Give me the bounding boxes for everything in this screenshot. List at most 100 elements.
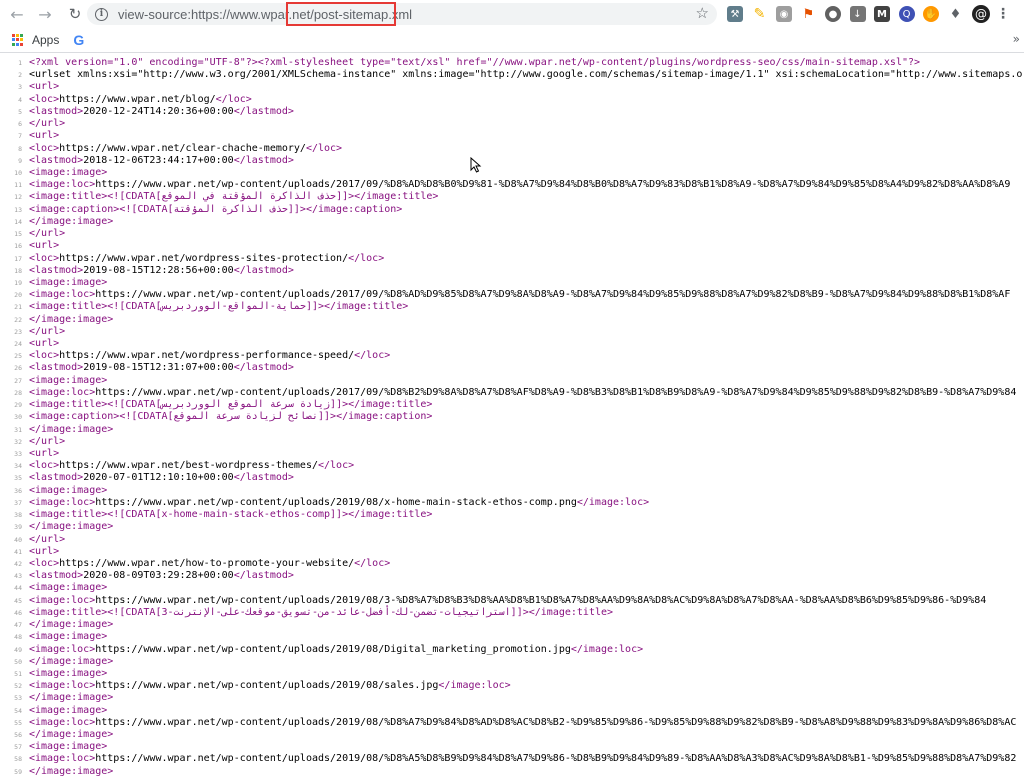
source-code-text: <image:title><![CDATA[حذف الذاكرة المؤقت… — [29, 191, 439, 203]
source-code-text: <image:title><![CDATA[حماية-المواقع-الوو… — [29, 301, 409, 313]
line-number: 10 — [14, 168, 22, 177]
chat-icon[interactable]: ● — [825, 6, 841, 22]
source-code-text: <image:title><![CDATA[زيادة سرعة الموقع … — [29, 399, 433, 411]
source-line: 37 <image:loc>https://www.wpar.net/wp-co… — [0, 497, 1024, 509]
source-code-text: <image:loc>https://www.wpar.net/wp-conte… — [29, 179, 1011, 191]
source-line: 44 <image:image> — [0, 582, 1024, 594]
line-number: 21 — [14, 303, 22, 312]
line-number: 44 — [14, 584, 22, 593]
source-line: 53 </image:image> — [0, 692, 1024, 704]
line-number: 3 — [18, 83, 22, 92]
source-line: 9 <lastmod>2018-12-06T23:44:17+00:00</la… — [0, 155, 1024, 167]
hand-icon[interactable]: ✋ — [923, 6, 939, 22]
source-line: 29 <image:title><![CDATA[زيادة سرعة المو… — [0, 399, 1024, 411]
camera-icon[interactable]: ◉ — [776, 6, 792, 22]
source-code-text: <image:title><![CDATA[x-home-main-stack-… — [29, 509, 433, 521]
info-icon[interactable]: i — [95, 7, 108, 21]
line-number: 29 — [14, 401, 22, 410]
source-line: 17 <loc>https://www.wpar.net/wordpress-s… — [0, 253, 1024, 265]
source-line: 7 <url> — [0, 130, 1024, 142]
source-code-text: <lastmod>2020-07-01T12:10:10+00:00</last… — [29, 472, 294, 484]
line-number: 26 — [14, 364, 22, 373]
source-code-text: <image:image> — [29, 374, 108, 386]
pencil-icon[interactable]: ✎ — [752, 6, 768, 22]
source-line: 4 <loc>https://www.wpar.net/blog/</loc> — [0, 94, 1024, 106]
source-code-text: <loc>https://www.wpar.net/wordpress-perf… — [29, 350, 391, 362]
line-number: 11 — [14, 181, 22, 190]
source-line: 43 <lastmod>2020-08-09T03:29:28+00:00</l… — [0, 570, 1024, 582]
line-number: 53 — [14, 694, 22, 703]
q-extension-icon[interactable]: Q — [898, 6, 915, 22]
source-code-text: </url> — [29, 228, 66, 240]
line-number: 1 — [18, 59, 22, 67]
extension-tool-icon[interactable]: ⚒ — [727, 6, 743, 22]
extensions-bar: ⚒ ✎ ◉ ⚑ ● ↓ M Q ✋ ♦ @ ⋮ — [727, 3, 1010, 25]
source-line: 32 </url> — [0, 436, 1024, 448]
apps-grid-icon[interactable] — [12, 34, 24, 46]
source-line: 47 </image:image> — [0, 619, 1024, 631]
line-number: 22 — [14, 315, 22, 324]
flag-icon[interactable]: ⚑ — [801, 6, 817, 22]
download-icon[interactable]: ↓ — [849, 6, 866, 22]
source-line: 31 </image:image> — [0, 424, 1024, 436]
puzzle-icon[interactable]: ♦ — [948, 6, 964, 22]
address-bar[interactable]: i view-source:https://www.wpar.net/post-… — [87, 3, 717, 25]
line-number: 33 — [14, 450, 22, 458]
source-line: 23 </url> — [0, 326, 1024, 338]
source-code-text: <image:image> — [29, 631, 108, 643]
source-line: 8 <loc>https://www.wpar.net/clear-chache… — [0, 143, 1024, 155]
bookmarks-more-icon[interactable]: » — [1013, 32, 1020, 46]
source-line: 24 <url> — [0, 338, 1024, 350]
source-code-text: </url> — [29, 325, 66, 337]
source-line: 46 <image:title><![CDATA[3-استراتيجيات-ت… — [0, 607, 1024, 619]
source-code-text: <image:loc>https://www.wpar.net/wp-conte… — [29, 594, 987, 606]
mouse-cursor-icon — [470, 157, 482, 173]
profile-avatar[interactable]: @ — [972, 5, 990, 23]
line-number: 20 — [14, 291, 22, 300]
back-arrow-icon[interactable]: ← — [6, 3, 28, 25]
line-number: 36 — [14, 486, 22, 495]
line-number: 40 — [14, 535, 22, 544]
source-line: 5 <lastmod>2020-12-24T14:20:36+00:00</la… — [0, 106, 1024, 118]
line-number: 6 — [18, 120, 22, 129]
source-code-text: <image:loc>https://www.wpar.net/wp-conte… — [29, 496, 650, 508]
line-number: 24 — [14, 340, 22, 349]
source-line: 1 <?xml version="1.0" encoding="UTF-8"?><… — [0, 57, 1024, 69]
more-menu-icon[interactable]: ⋮ — [996, 6, 1010, 22]
source-line: 19 <image:image> — [0, 277, 1024, 289]
source-code-text: </url> — [29, 435, 66, 447]
source-line: 25 <loc>https://www.wpar.net/wordpress-p… — [0, 350, 1024, 362]
source-line: 40 </url> — [0, 534, 1024, 546]
source-line: 45 <image:loc>https://www.wpar.net/wp-co… — [0, 595, 1024, 607]
apps-bookmark[interactable]: Apps — [32, 33, 59, 47]
source-line: 21 <image:title><![CDATA[حماية-المواقع-ا… — [0, 301, 1024, 313]
line-number: 12 — [14, 193, 22, 202]
line-number: 2 — [18, 71, 22, 80]
line-number: 34 — [14, 462, 22, 471]
source-line: 49 <image:loc>https://www.wpar.net/wp-co… — [0, 644, 1024, 656]
line-number: 57 — [14, 743, 22, 752]
source-code-text: <image:caption><![CDATA[نصائح لزيادة سرع… — [29, 411, 433, 423]
source-line: 50 </image:image> — [0, 656, 1024, 668]
line-number: 7 — [18, 132, 22, 141]
line-number: 54 — [14, 706, 22, 715]
line-number: 13 — [14, 205, 22, 214]
source-line: 39 </image:image> — [0, 521, 1024, 533]
bookmark-star-icon[interactable]: ☆ — [696, 4, 709, 22]
source-line: 34 <loc>https://www.wpar.net/best-wordpr… — [0, 460, 1024, 472]
source-code-text: <url> — [29, 338, 60, 350]
line-number: 41 — [14, 547, 22, 556]
reload-icon[interactable]: ↻ — [64, 3, 86, 25]
source-line: 33 <url> — [0, 448, 1024, 460]
source-line: 51 <image:image> — [0, 668, 1024, 680]
m-extension-icon[interactable]: M — [874, 6, 890, 22]
source-code-text: </image:image> — [29, 313, 114, 325]
source-line: 42 <loc>https://www.wpar.net/how-to-prom… — [0, 558, 1024, 570]
forward-arrow-icon[interactable]: → — [34, 3, 56, 25]
source-code-text: <lastmod>2018-12-06T23:44:17+00:00</last… — [29, 154, 294, 166]
line-number: 28 — [14, 388, 22, 397]
google-icon[interactable]: G — [73, 32, 84, 48]
line-number: 49 — [14, 645, 22, 654]
line-number: 19 — [14, 278, 22, 287]
url-text[interactable]: view-source:https://www.wpar.net/post-si… — [118, 7, 412, 22]
